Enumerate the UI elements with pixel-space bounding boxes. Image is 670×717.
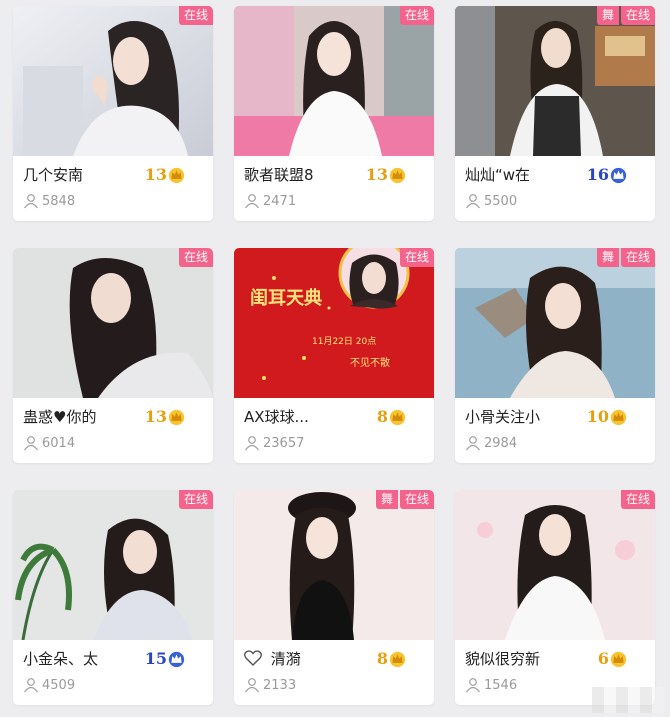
level-indicator: 13 xyxy=(366,164,406,186)
person-icon xyxy=(466,436,480,451)
streamer-card[interactable]: 在线 几个安南 13 5848 xyxy=(13,6,213,221)
online-badge: 在线 xyxy=(399,248,434,267)
crown-icon xyxy=(168,167,185,183)
streamer-name[interactable]: AX球球... xyxy=(244,406,364,428)
streamer-card[interactable]: 在线 貌似很穷新 6 1546 xyxy=(455,490,655,705)
person-icon xyxy=(245,678,259,693)
crown-icon xyxy=(389,409,406,425)
streamer-thumbnail[interactable]: 闺耳天典 11月22日 20点 不见不散 xyxy=(234,248,434,398)
crown-icon xyxy=(610,167,627,183)
mosaic-watermark xyxy=(592,687,664,713)
viewer-count: 4509 xyxy=(23,677,75,693)
online-badge: 在线 xyxy=(399,6,434,25)
streamer-card[interactable]: 舞 在线 灿灿“w在 16 5500 xyxy=(455,6,655,221)
streamer-grid: 在线 几个安南 13 5848 在线 歌者联盟8 13 2471 舞 在线 灿灿… xyxy=(0,0,670,717)
viewer-count: 2984 xyxy=(465,435,517,451)
viewer-count: 23657 xyxy=(244,435,304,451)
level-indicator: 15 xyxy=(145,648,185,670)
person-icon xyxy=(466,194,480,209)
person-icon xyxy=(24,678,38,693)
streamer-thumbnail[interactable] xyxy=(234,6,434,156)
streamer-thumbnail[interactable] xyxy=(455,248,655,398)
dance-badge: 舞 xyxy=(375,490,398,509)
online-badge: 在线 xyxy=(620,490,655,509)
streamer-card[interactable]: 闺耳天典 11月22日 20点 不见不散 在线 AX球球... 8 23657 xyxy=(234,248,434,463)
person-icon xyxy=(24,436,38,451)
dance-badge: 舞 xyxy=(596,6,619,25)
person-icon xyxy=(245,436,259,451)
viewer-count: 6014 xyxy=(23,435,75,451)
level-indicator: 13 xyxy=(145,406,185,428)
heart-outline-icon[interactable] xyxy=(244,650,262,666)
streamer-name[interactable]: 清漪 xyxy=(244,648,364,670)
level-indicator: 10 xyxy=(587,406,627,428)
online-badge: 在线 xyxy=(178,490,213,509)
crown-icon xyxy=(168,651,185,667)
streamer-name[interactable]: 歌者联盟8 xyxy=(244,164,364,186)
streamer-name[interactable]: 小金朵、太 xyxy=(23,648,143,670)
online-badge: 在线 xyxy=(178,6,213,25)
crown-icon xyxy=(610,409,627,425)
level-indicator: 8 xyxy=(377,406,406,428)
poster-date: 11月22日 20点 xyxy=(312,337,377,347)
online-badge: 在线 xyxy=(178,248,213,267)
crown-icon xyxy=(389,651,406,667)
level-indicator: 13 xyxy=(145,164,185,186)
streamer-thumbnail[interactable] xyxy=(455,6,655,156)
level-indicator: 6 xyxy=(598,648,627,670)
level-indicator: 16 xyxy=(587,164,627,186)
viewer-count: 2471 xyxy=(244,193,296,209)
streamer-thumbnail[interactable] xyxy=(455,490,655,640)
streamer-card[interactable]: 在线 蛊惑♥你的 13 6014 xyxy=(13,248,213,463)
person-icon xyxy=(24,194,38,209)
streamer-thumbnail[interactable] xyxy=(13,6,213,156)
streamer-name[interactable]: 貌似很穷新 xyxy=(465,648,585,670)
crown-icon xyxy=(389,167,406,183)
online-badge: 在线 xyxy=(399,490,434,509)
streamer-thumbnail[interactable] xyxy=(234,490,434,640)
status-badges: 在线 xyxy=(399,248,434,267)
streamer-card[interactable]: 舞 在线 小骨关注小 10 2984 xyxy=(455,248,655,463)
streamer-name[interactable]: 几个安南 xyxy=(23,164,143,186)
streamer-card[interactable]: 在线 歌者联盟8 13 2471 xyxy=(234,6,434,221)
viewer-count: 5848 xyxy=(23,193,75,209)
poster-slogan: 不见不散 xyxy=(350,358,390,369)
streamer-name[interactable]: 灿灿“w在 xyxy=(465,164,585,186)
online-badge: 在线 xyxy=(620,248,655,267)
status-badges: 舞 在线 xyxy=(596,248,655,267)
online-badge: 在线 xyxy=(620,6,655,25)
poster-title: 闺耳天典 xyxy=(250,288,322,309)
streamer-name[interactable]: 小骨关注小 xyxy=(465,406,585,428)
streamer-card[interactable]: 舞 在线 清漪 8 2133 xyxy=(234,490,434,705)
viewer-count: 2133 xyxy=(244,677,296,693)
person-icon xyxy=(466,678,480,693)
status-badges: 在线 xyxy=(399,6,434,25)
crown-icon xyxy=(610,651,627,667)
level-indicator: 8 xyxy=(377,648,406,670)
status-badges: 舞 在线 xyxy=(375,490,434,509)
status-badges: 在线 xyxy=(178,6,213,25)
dance-badge: 舞 xyxy=(596,248,619,267)
status-badges: 在线 xyxy=(178,248,213,267)
crown-icon xyxy=(168,409,185,425)
streamer-thumbnail[interactable] xyxy=(13,490,213,640)
status-badges: 在线 xyxy=(178,490,213,509)
streamer-thumbnail[interactable] xyxy=(13,248,213,398)
streamer-card[interactable]: 在线 小金朵、太 15 4509 xyxy=(13,490,213,705)
viewer-count: 1546 xyxy=(465,677,517,693)
viewer-count: 5500 xyxy=(465,193,517,209)
status-badges: 在线 xyxy=(620,490,655,509)
status-badges: 舞 在线 xyxy=(596,6,655,25)
person-icon xyxy=(245,194,259,209)
streamer-name[interactable]: 蛊惑♥你的 xyxy=(23,406,143,428)
